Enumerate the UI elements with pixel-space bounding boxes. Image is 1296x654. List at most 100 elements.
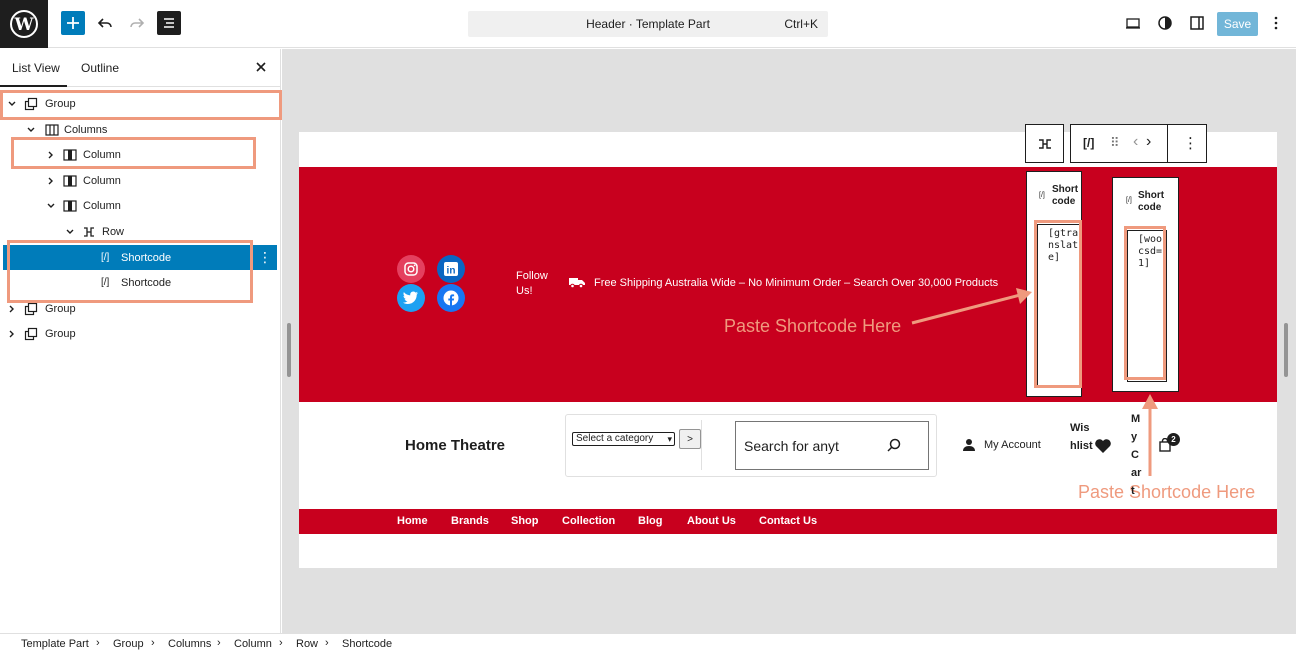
- nav-item-contact-us[interactable]: Contact Us: [759, 515, 817, 527]
- list-item-label: Columns: [64, 123, 108, 136]
- undo-icon[interactable]: [93, 11, 117, 35]
- shortcode-card-title: Short code: [1138, 190, 1165, 213]
- device-preview-icon[interactable]: [1121, 11, 1145, 35]
- row-block-icon: [84, 226, 94, 237]
- category-select-value: Select a category: [576, 433, 654, 444]
- toolbar-divider: [1167, 125, 1168, 162]
- nav-item-brands[interactable]: Brands: [451, 515, 489, 527]
- chevron-right-icon[interactable]: [7, 329, 17, 339]
- redo-icon[interactable]: [125, 11, 149, 35]
- chevron-right-icon: ›: [151, 637, 155, 649]
- instagram-icon[interactable]: [397, 255, 425, 283]
- wordpress-logo-icon[interactable]: W: [0, 0, 48, 48]
- category-select[interactable]: Select a category ▾: [572, 432, 675, 446]
- breadcrumb-item[interactable]: Row: [296, 638, 318, 650]
- nav-item-about-us[interactable]: About Us: [687, 515, 736, 527]
- chevron-right-icon: ›: [217, 637, 221, 649]
- svg-text:W: W: [13, 15, 34, 35]
- left-resize-handle[interactable]: [287, 323, 291, 377]
- breadcrumb-item[interactable]: Template Part: [21, 638, 89, 650]
- svg-text:in: in: [447, 266, 456, 277]
- list-view-toggle-button[interactable]: [157, 11, 181, 35]
- styles-contrast-icon[interactable]: [1153, 11, 1177, 35]
- right-resize-handle[interactable]: [1284, 323, 1288, 377]
- facebook-icon[interactable]: [437, 284, 465, 312]
- column-block-icon: [63, 174, 77, 187]
- list-item[interactable]: Column: [0, 168, 281, 193]
- search-icon[interactable]: [886, 437, 902, 453]
- annotation-highlight-shortcodes: [7, 240, 253, 303]
- command-palette-bar[interactable]: Header · Template Part Ctrl+K: [468, 11, 828, 37]
- site-title[interactable]: Home Theatre: [405, 437, 505, 454]
- annotation-highlight-column: [11, 137, 256, 169]
- truck-icon: [569, 278, 585, 288]
- breadcrumb-item[interactable]: Columns: [168, 638, 211, 650]
- search-divider: [701, 420, 702, 470]
- heart-icon[interactable]: [1094, 438, 1112, 454]
- list-item-label: Column: [83, 199, 121, 212]
- category-submit-button[interactable]: >: [679, 429, 701, 449]
- follow-us-text: Follow Us!: [516, 270, 548, 297]
- list-item[interactable]: Column: [0, 193, 281, 218]
- user-icon: [963, 439, 975, 451]
- annotation-arrow-1: [911, 288, 1032, 325]
- chevron-down-icon: ▾: [667, 434, 672, 444]
- annotation-highlight-shortcode-2: [1124, 226, 1166, 380]
- block-options-icon[interactable]: ⋮: [1183, 134, 1198, 152]
- list-item-label: Group: [45, 302, 76, 315]
- chevron-down-icon[interactable]: [46, 201, 56, 211]
- chevron-right-icon[interactable]: [7, 304, 17, 314]
- chevron-right-icon: ›: [96, 637, 100, 649]
- breadcrumb-item[interactable]: Shortcode: [342, 638, 392, 650]
- block-breadcrumb: Template Part › Group › Columns › Column…: [0, 633, 1296, 654]
- chevron-right-icon: ›: [325, 637, 329, 649]
- nav-item-home[interactable]: Home: [397, 515, 428, 527]
- my-account-link[interactable]: My Account: [962, 438, 1041, 452]
- command-shortcut-hint: Ctrl+K: [784, 17, 818, 31]
- column-block-icon: [63, 199, 77, 212]
- move-right-icon[interactable]: ›: [1146, 133, 1151, 151]
- linkedin-icon[interactable]: in: [437, 255, 465, 283]
- save-button[interactable]: Save: [1217, 12, 1258, 36]
- cart-count-badge: 2: [1167, 433, 1180, 446]
- add-block-button[interactable]: [61, 11, 85, 35]
- list-item-label: Group: [45, 327, 76, 340]
- close-icon[interactable]: [253, 59, 269, 75]
- columns-block-icon: [45, 123, 59, 136]
- wishlist-label[interactable]: Wishlist: [1070, 419, 1094, 455]
- settings-sidebar-icon[interactable]: [1185, 11, 1209, 35]
- chevron-down-icon[interactable]: [65, 227, 75, 237]
- nav-item-shop[interactable]: Shop: [511, 515, 539, 527]
- shortcode-block-icon[interactable]: [/]: [1083, 136, 1094, 150]
- annotation-highlight-group: [0, 90, 282, 120]
- list-item-label: Column: [83, 174, 121, 187]
- nav-item-collection[interactable]: Collection: [562, 515, 615, 527]
- block-toolbar: [/] ⠿ ‹ › ⋮: [1070, 124, 1207, 163]
- list-item-label: Row: [102, 225, 125, 238]
- shortcode-block-icon: [/]: [1039, 192, 1045, 199]
- drag-handle-icon[interactable]: ⠿: [1110, 135, 1120, 151]
- chevron-right-icon[interactable]: [46, 176, 56, 186]
- annotation-text-1: Paste Shortcode Here: [724, 316, 902, 336]
- move-left-icon[interactable]: ‹: [1133, 133, 1138, 151]
- template-part-title: Header · Template Part: [586, 17, 710, 31]
- shortcode-block-icon: [/]: [1126, 197, 1132, 204]
- breadcrumb-item[interactable]: Column: [234, 638, 272, 650]
- cart-label[interactable]: My Cart: [1131, 410, 1145, 500]
- breadcrumb-item[interactable]: Group: [113, 638, 144, 650]
- editor-top-bar: W Header · Template Part Ctrl+K Save: [0, 0, 1296, 48]
- chevron-right-icon: ›: [279, 637, 283, 649]
- chevron-down-icon[interactable]: [26, 125, 36, 135]
- active-tab-indicator: [0, 85, 67, 87]
- list-item[interactable]: Group: [0, 321, 281, 346]
- tab-list-view[interactable]: List View: [12, 61, 60, 75]
- annotation-highlight-shortcode-1: [1034, 220, 1082, 388]
- tab-outline[interactable]: Outline: [81, 61, 119, 75]
- annotation-text-2: Paste Shortcode Here: [1078, 482, 1256, 502]
- twitter-icon[interactable]: [397, 284, 425, 312]
- nav-item-blog[interactable]: Blog: [638, 515, 662, 527]
- parent-block-selector[interactable]: [1025, 124, 1064, 163]
- row-block-icon: [1038, 138, 1051, 149]
- item-options-icon[interactable]: ⋮: [257, 249, 273, 265]
- options-kebab-icon[interactable]: [1264, 11, 1288, 35]
